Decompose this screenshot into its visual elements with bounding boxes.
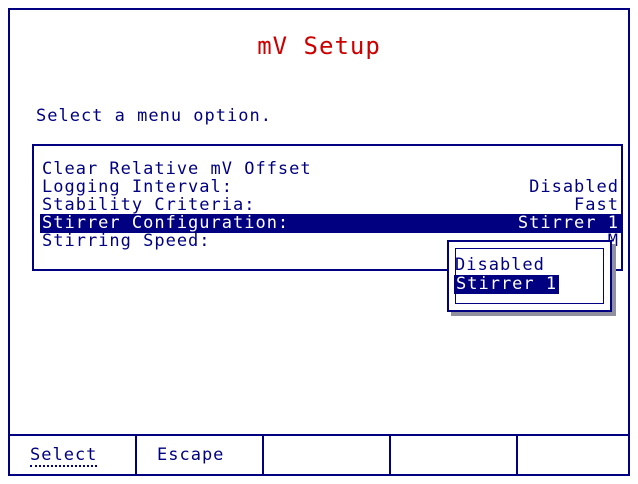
- menu-item-label: Stirring Speed:: [42, 231, 211, 251]
- softkey-4[interactable]: [391, 436, 518, 474]
- popup-option-stirrer-1[interactable]: Stirrer 1: [454, 275, 560, 294]
- softkey-label: Select: [30, 445, 98, 467]
- page-title: mV Setup: [257, 32, 381, 60]
- meter-screen: mV Setup Select a menu option. Clear Rel…: [8, 8, 630, 476]
- softkey-3[interactable]: [264, 436, 391, 474]
- softkey-escape[interactable]: Escape: [137, 436, 264, 474]
- softkey-5[interactable]: [518, 436, 628, 474]
- softkey-select[interactable]: Select: [10, 436, 137, 474]
- options-popup: Disabled Stirrer 1: [447, 240, 612, 312]
- softkey-bar: Select Escape: [10, 434, 628, 474]
- prompt-text: Select a menu option.: [36, 106, 272, 126]
- menu-item-value: Stirrer 1: [517, 213, 619, 233]
- softkey-label: Escape: [157, 445, 225, 465]
- popup-option-disabled[interactable]: Disabled: [455, 256, 545, 275]
